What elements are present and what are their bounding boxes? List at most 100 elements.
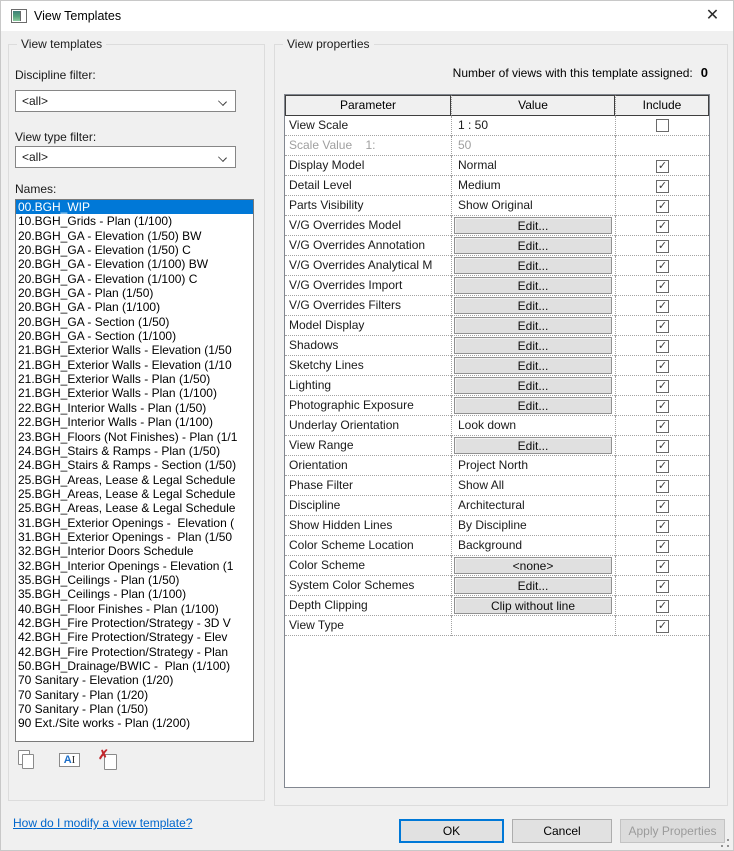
value-edit-button[interactable]: Edit... — [454, 337, 612, 354]
template-name-item[interactable]: 50.BGH_Drainage/BWIC - Plan (1/100) — [16, 659, 253, 673]
duplicate-icon[interactable] — [15, 748, 41, 774]
include-checkbox[interactable]: ✓ — [656, 380, 669, 393]
include-checkbox[interactable]: ✓ — [656, 540, 669, 553]
template-name-item[interactable]: 32.BGH_Interior Doors Schedule — [16, 544, 253, 558]
template-name-item[interactable]: 31.BGH_Exterior Openings - Elevation ( — [16, 516, 253, 530]
value-edit-button[interactable]: Edit... — [454, 237, 612, 254]
include-checkbox[interactable]: ✓ — [656, 340, 669, 353]
value-cell[interactable]: Project North — [451, 456, 615, 476]
template-name-item[interactable]: 25.BGH_Areas, Lease & Legal Schedule — [16, 487, 253, 501]
include-checkbox[interactable]: ✓ — [656, 220, 669, 233]
template-name-item[interactable]: 20.BGH_GA - Section (1/50) — [16, 315, 253, 329]
template-name-item[interactable]: 10.BGH_Grids - Plan (1/100) — [16, 214, 253, 228]
include-checkbox[interactable]: ✓ — [656, 460, 669, 473]
template-name-item[interactable]: 20.BGH_GA - Elevation (1/50) BW — [16, 229, 253, 243]
include-checkbox[interactable]: ✓ — [656, 500, 669, 513]
template-name-item[interactable]: 70 Sanitary - Plan (1/20) — [16, 688, 253, 702]
include-checkbox[interactable] — [656, 119, 669, 132]
template-name-item[interactable]: 42.BGH_Fire Protection/Strategy - 3D V — [16, 616, 253, 630]
template-name-item[interactable]: 42.BGH_Fire Protection/Strategy - Plan — [16, 645, 253, 659]
cancel-button[interactable]: Cancel — [512, 819, 612, 843]
template-name-item[interactable]: 20.BGH_GA - Plan (1/100) — [16, 300, 253, 314]
template-name-item[interactable]: 20.BGH_GA - Section (1/100) — [16, 329, 253, 343]
names-label: Names: — [15, 182, 56, 196]
value-edit-button[interactable]: <none> — [454, 557, 612, 574]
close-icon[interactable]: ✕ — [690, 1, 734, 30]
template-name-item[interactable]: 90 Ext./Site works - Plan (1/200) — [16, 716, 253, 730]
include-checkbox[interactable]: ✓ — [656, 280, 669, 293]
template-name-item[interactable]: 20.BGH_GA - Elevation (1/100) BW — [16, 257, 253, 271]
value-edit-button[interactable]: Edit... — [454, 397, 612, 414]
ok-button[interactable]: OK — [399, 819, 504, 843]
value-edit-button[interactable]: Edit... — [454, 317, 612, 334]
include-checkbox[interactable]: ✓ — [656, 240, 669, 253]
value-edit-button[interactable]: Edit... — [454, 257, 612, 274]
help-link[interactable]: How do I modify a view template? — [13, 816, 192, 830]
include-checkbox[interactable]: ✓ — [656, 180, 669, 193]
names-list[interactable]: 00.BGH_WIP10.BGH_Grids - Plan (1/100)20.… — [15, 199, 254, 742]
template-name-item[interactable]: 20.BGH_GA - Elevation (1/50) C — [16, 243, 253, 257]
delete-icon[interactable]: ✗ — [97, 748, 123, 774]
template-name-item[interactable]: 20.BGH_GA - Elevation (1/100) C — [16, 272, 253, 286]
include-checkbox[interactable]: ✓ — [656, 440, 669, 453]
template-name-item[interactable]: 25.BGH_Areas, Lease & Legal Schedule — [16, 501, 253, 515]
include-checkbox[interactable]: ✓ — [656, 260, 669, 273]
value-edit-button[interactable]: Edit... — [454, 277, 612, 294]
template-name-item[interactable]: 42.BGH_Fire Protection/Strategy - Elev — [16, 630, 253, 644]
value-cell[interactable]: Show Original — [451, 196, 615, 216]
template-name-item[interactable]: 21.BGH_Exterior Walls - Plan (1/50) — [16, 372, 253, 386]
include-cell: ✓ — [615, 536, 709, 556]
include-checkbox[interactable]: ✓ — [656, 600, 669, 613]
rename-icon[interactable]: AI — [57, 748, 83, 774]
value-edit-button[interactable]: Edit... — [454, 357, 612, 374]
template-name-item[interactable]: 70 Sanitary - Plan (1/50) — [16, 702, 253, 716]
template-name-item[interactable]: 20.BGH_GA - Plan (1/50) — [16, 286, 253, 300]
template-name-item[interactable]: 25.BGH_Areas, Lease & Legal Schedule — [16, 473, 253, 487]
value-edit-button[interactable]: Edit... — [454, 377, 612, 394]
include-checkbox[interactable]: ✓ — [656, 620, 669, 633]
include-checkbox[interactable]: ✓ — [656, 560, 669, 573]
template-name-item[interactable]: 70 Sanitary - Elevation (1/20) — [16, 673, 253, 687]
include-checkbox[interactable]: ✓ — [656, 320, 669, 333]
template-name-item[interactable]: 21.BGH_Exterior Walls - Elevation (1/50 — [16, 343, 253, 357]
include-checkbox[interactable]: ✓ — [656, 580, 669, 593]
include-checkbox[interactable]: ✓ — [656, 360, 669, 373]
template-name-item[interactable]: 32.BGH_Interior Openings - Elevation (1 — [16, 559, 253, 573]
template-name-item[interactable]: 40.BGH_Floor Finishes - Plan (1/100) — [16, 602, 253, 616]
discipline-filter-select[interactable]: <all> — [15, 90, 236, 112]
value-edit-button[interactable]: Edit... — [454, 577, 612, 594]
value-cell[interactable]: 50 — [451, 136, 615, 156]
include-checkbox[interactable]: ✓ — [656, 400, 669, 413]
include-checkbox[interactable]: ✓ — [656, 160, 669, 173]
template-name-item[interactable]: 24.BGH_Stairs & Ramps - Plan (1/50) — [16, 444, 253, 458]
value-edit-button[interactable]: Edit... — [454, 437, 612, 454]
view-type-filter-select[interactable]: <all> — [15, 146, 236, 168]
value-edit-button[interactable]: Edit... — [454, 297, 612, 314]
value-cell[interactable]: Show All — [451, 476, 615, 496]
value-cell[interactable]: By Discipline — [451, 516, 615, 536]
template-name-item[interactable]: 24.BGH_Stairs & Ramps - Section (1/50) — [16, 458, 253, 472]
template-name-item[interactable]: 31.BGH_Exterior Openings - Plan (1/50 — [16, 530, 253, 544]
include-checkbox[interactable]: ✓ — [656, 300, 669, 313]
template-name-item[interactable]: 23.BGH_Floors (Not Finishes) - Plan (1/1 — [16, 430, 253, 444]
include-checkbox[interactable]: ✓ — [656, 520, 669, 533]
include-checkbox[interactable]: ✓ — [656, 420, 669, 433]
value-cell[interactable]: Normal — [451, 156, 615, 176]
resize-grip-icon[interactable] — [720, 838, 730, 848]
template-name-item[interactable]: 35.BGH_Ceilings - Plan (1/100) — [16, 587, 253, 601]
value-cell[interactable]: Look down — [451, 416, 615, 436]
include-checkbox[interactable]: ✓ — [656, 200, 669, 213]
template-name-item[interactable]: 35.BGH_Ceilings - Plan (1/50) — [16, 573, 253, 587]
include-checkbox[interactable]: ✓ — [656, 480, 669, 493]
template-name-item[interactable]: 22.BGH_Interior Walls - Plan (1/100) — [16, 415, 253, 429]
value-cell[interactable]: Medium — [451, 176, 615, 196]
value-edit-button[interactable]: Clip without line — [454, 597, 612, 614]
template-name-item[interactable]: 22.BGH_Interior Walls - Plan (1/50) — [16, 401, 253, 415]
value-edit-button[interactable]: Edit... — [454, 217, 612, 234]
template-name-item[interactable]: 21.BGH_Exterior Walls - Plan (1/100) — [16, 386, 253, 400]
template-name-item[interactable]: 21.BGH_Exterior Walls - Elevation (1/10 — [16, 358, 253, 372]
template-name-item[interactable]: 00.BGH_WIP — [16, 200, 253, 214]
value-cell[interactable]: Background — [451, 536, 615, 556]
value-cell[interactable]: Architectural — [451, 496, 615, 516]
value-cell[interactable]: 1 : 50 — [451, 116, 615, 136]
